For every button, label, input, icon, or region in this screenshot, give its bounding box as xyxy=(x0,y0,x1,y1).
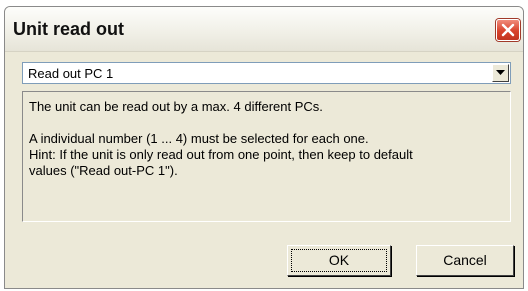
window-title: Unit read out xyxy=(13,19,124,39)
info-line-2: A individual number (1 ... 4) must be se… xyxy=(29,131,369,146)
dropdown-arrow-button[interactable] xyxy=(492,64,509,82)
cancel-button[interactable]: Cancel xyxy=(416,245,514,276)
chevron-down-icon xyxy=(496,70,505,75)
close-button[interactable] xyxy=(496,19,520,41)
info-line-4: values ("Read out-PC 1"). xyxy=(29,163,178,178)
ok-button[interactable]: OK xyxy=(287,245,391,276)
info-line-1: The unit can be read out by a max. 4 dif… xyxy=(29,99,323,114)
focus-rectangle xyxy=(291,249,387,272)
close-icon xyxy=(501,23,515,37)
pc-select-value: Read out PC 1 xyxy=(28,66,114,81)
pc-select-dropdown[interactable]: Read out PC 1 xyxy=(22,62,511,84)
title-bar[interactable]: Unit read out xyxy=(5,7,523,52)
cancel-button-label: Cancel xyxy=(443,252,487,268)
unit-read-out-dialog: Unit read out Read out PC 1 The unit can… xyxy=(4,6,524,289)
info-text-box: The unit can be read out by a max. 4 dif… xyxy=(22,91,511,222)
info-line-3: Hint: If the unit is only read out from … xyxy=(29,147,413,162)
